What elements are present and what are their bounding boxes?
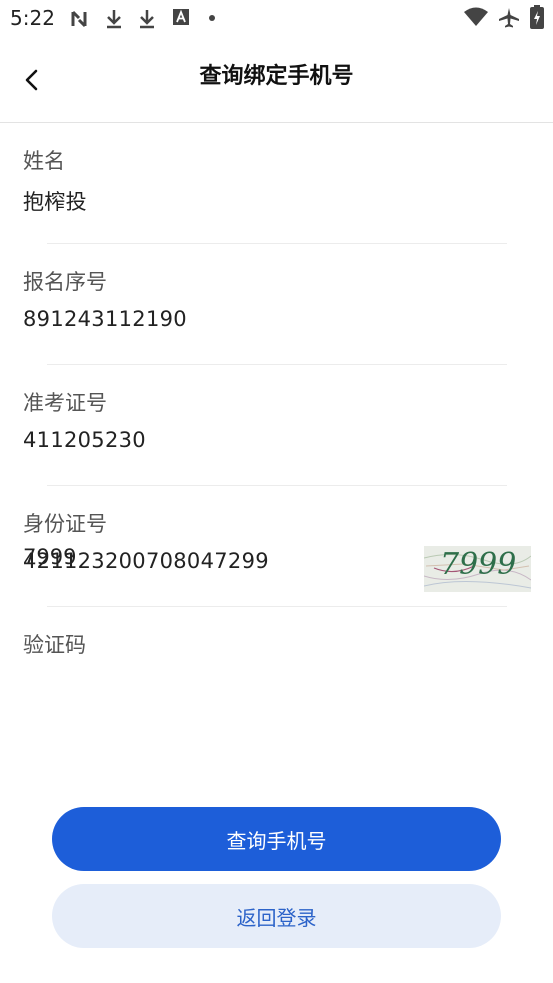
download-icon	[107, 10, 121, 29]
captcha-image[interactable]: 7999	[424, 546, 531, 592]
captcha-input[interactable]: 7999	[23, 545, 76, 569]
battery-icon	[530, 5, 544, 29]
name-label: 姓名	[23, 149, 65, 173]
bind-phone-form: 姓名 抱榨投 报名序号 891243112190 准考证号 411205230 …	[0, 123, 553, 728]
wifi-icon	[464, 7, 488, 26]
exam-ticket-value[interactable]: 411205230	[23, 428, 146, 452]
id-number-label: 身份证号	[23, 512, 107, 536]
status-bar: 5:22	[0, 0, 553, 38]
captcha-char: 7999	[440, 547, 516, 582]
registration-number-label: 报名序号	[23, 270, 107, 294]
registration-number-field: 报名序号 891243112190	[0, 244, 553, 365]
exam-ticket-field: 准考证号 411205230	[0, 365, 553, 486]
query-phone-button[interactable]: 查询手机号	[52, 807, 501, 871]
sync-icon	[71, 10, 87, 28]
name-field: 姓名 抱榨投	[0, 123, 553, 244]
header: 查询绑定手机号	[0, 38, 553, 123]
captcha-field: 验证码	[0, 607, 553, 728]
name-value[interactable]: 抱榨投	[23, 186, 87, 216]
text-a-icon	[173, 9, 189, 25]
download-icon	[140, 10, 154, 29]
page-title: 查询绑定手机号	[199, 64, 354, 89]
back-to-login-button[interactable]: 返回登录	[52, 884, 501, 948]
airplane-icon	[499, 8, 519, 28]
registration-number-value[interactable]: 891243112190	[23, 307, 187, 331]
dot-icon	[209, 15, 215, 21]
status-time: 5:22	[10, 6, 55, 30]
captcha-label: 验证码	[23, 633, 86, 657]
exam-ticket-label: 准考证号	[23, 391, 107, 415]
